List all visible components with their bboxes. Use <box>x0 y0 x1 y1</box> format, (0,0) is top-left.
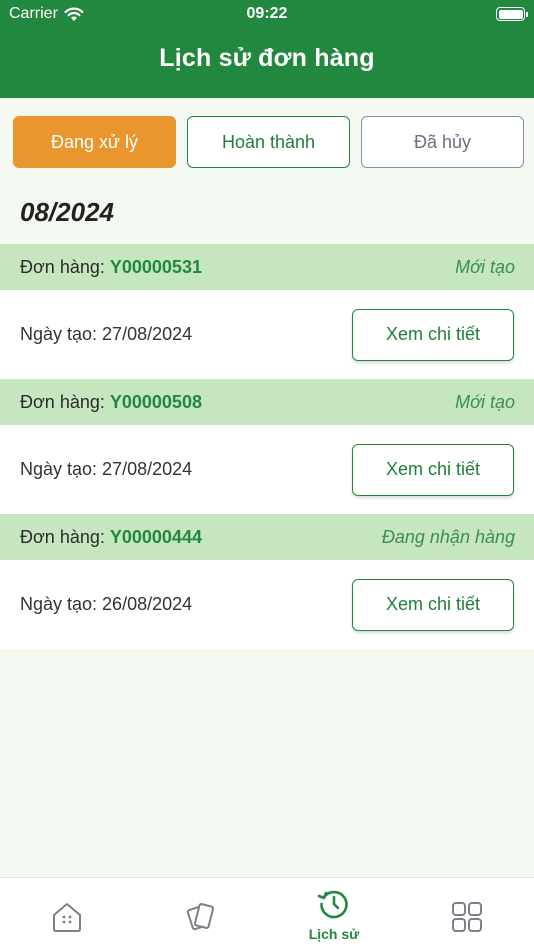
order-card: Đơn hàng: Y00000508 Mới tạo Ngày tạo: 27… <box>0 379 534 514</box>
tab-processing[interactable]: Đang xử lý <box>13 116 176 168</box>
month-heading: 08/2024 <box>20 197 114 227</box>
order-header: Đơn hàng: Y00000444 Đang nhận hàng <box>0 514 534 560</box>
tab-completed[interactable]: Hoàn thành <box>187 116 350 168</box>
order-created-date: Ngày tạo: 26/08/2024 <box>20 594 193 614</box>
order-status: Đang nhận hàng <box>381 526 515 547</box>
battery-icon <box>496 7 528 21</box>
order-header: Đơn hàng: Y00000531 Mới tạo <box>0 244 534 290</box>
order-body: Ngày tạo: 26/08/2024 Xem chi tiết <box>0 560 534 649</box>
order-number: Đơn hàng: Y00000508 <box>20 392 202 413</box>
order-header: Đơn hàng: Y00000508 Mới tạo <box>0 379 534 425</box>
home-icon <box>53 903 81 932</box>
nav-home[interactable] <box>0 878 134 950</box>
order-id: Y00000444 <box>109 526 202 547</box>
cards-icon <box>186 903 215 931</box>
order-card: Đơn hàng: Y00000444 Đang nhận hàng Ngày … <box>0 514 534 649</box>
order-id: Y00000508 <box>109 391 202 412</box>
page-title: Lịch sử đơn hàng <box>159 44 375 72</box>
order-label: Đơn hàng: <box>20 526 105 547</box>
order-list: Đơn hàng: Y00000531 Mới tạo Ngày tạo: 27… <box>0 244 534 649</box>
status-bar: Carrier 09:22 <box>0 0 534 28</box>
order-id: Y00000531 <box>109 256 202 277</box>
order-created-date: Ngày tạo: 27/08/2024 <box>20 324 193 344</box>
view-detail-button[interactable]: Xem chi tiết <box>352 443 514 496</box>
grid-icon <box>452 902 482 932</box>
order-body: Ngày tạo: 27/08/2024 Xem chi tiết <box>0 290 534 379</box>
order-number: Đơn hàng: Y00000444 <box>20 527 202 548</box>
order-status: Mới tạo <box>455 391 515 412</box>
order-created-date: Ngày tạo: 27/08/2024 <box>20 459 193 479</box>
view-detail-button[interactable]: Xem chi tiết <box>352 308 514 361</box>
tab-cancelled[interactable]: Đã hủy <box>361 116 524 168</box>
order-label: Đơn hàng: <box>20 256 105 277</box>
order-number: Đơn hàng: Y00000531 <box>20 257 202 278</box>
order-body: Ngày tạo: 27/08/2024 Xem chi tiết <box>0 425 534 514</box>
status-time: 09:22 <box>246 5 288 22</box>
nav-history[interactable]: Lịch sử <box>267 878 401 950</box>
nav-cards[interactable] <box>134 878 268 950</box>
nav-menu[interactable] <box>400 878 534 950</box>
order-status: Mới tạo <box>455 256 515 277</box>
order-card: Đơn hàng: Y00000531 Mới tạo Ngày tạo: 27… <box>0 244 534 379</box>
app-header: Carrier 09:22 Lịch sử đơn hàng <box>0 0 534 98</box>
order-label: Đơn hàng: <box>20 391 105 412</box>
bottom-nav: Lịch sử <box>0 877 534 950</box>
order-status-tabs: Đang xử lý Hoàn thành Đã hủy <box>13 116 524 168</box>
nav-history-label: Lịch sử <box>308 926 360 942</box>
history-icon <box>317 890 348 919</box>
view-detail-button[interactable]: Xem chi tiết <box>352 578 514 631</box>
